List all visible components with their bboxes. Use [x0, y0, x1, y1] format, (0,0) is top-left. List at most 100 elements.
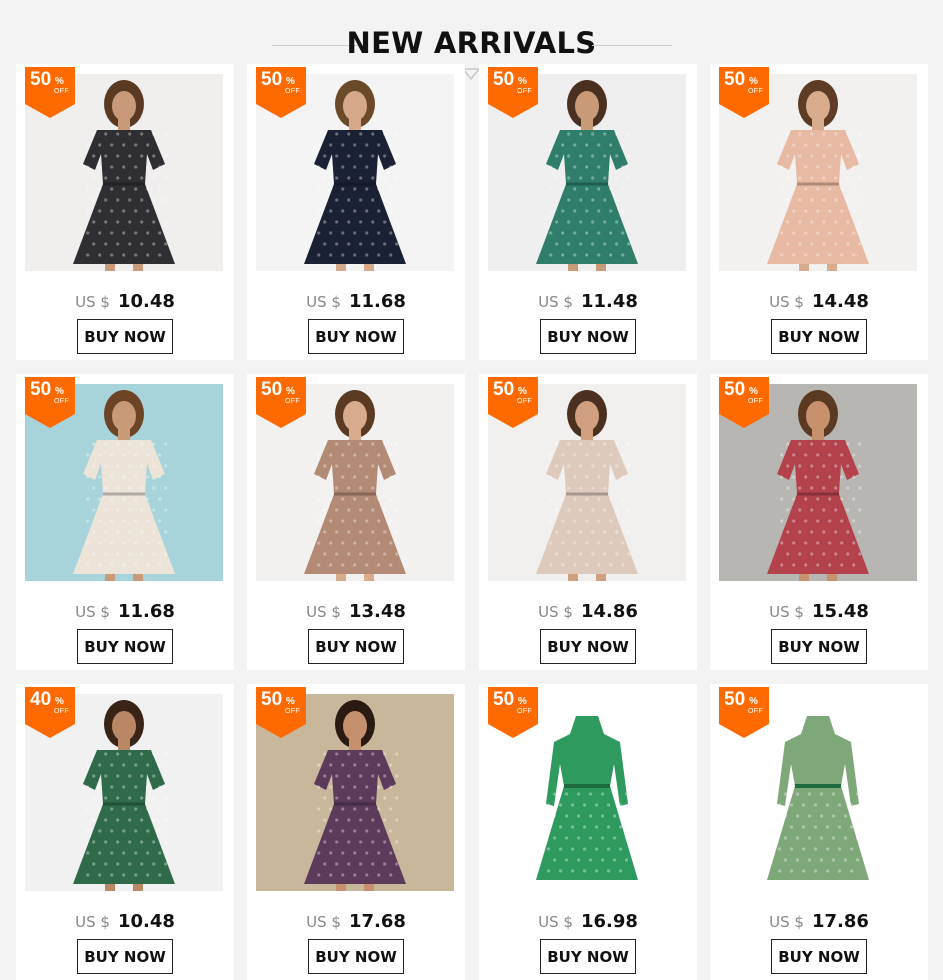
price-row: US $ 10.48: [16, 290, 234, 315]
percent-sign: %: [55, 696, 64, 707]
off-label: OFF: [517, 708, 532, 715]
percent-sign: %: [749, 696, 758, 707]
buy-now-button[interactable]: BUY NOW: [77, 629, 173, 664]
discount-badge: 50% OFF: [488, 67, 538, 118]
discount-value: 50: [493, 689, 515, 710]
buy-now-button[interactable]: BUY NOW: [77, 939, 173, 974]
product-card[interactable]: 50% OFF US $ 17.68 BUY NOW: [247, 684, 465, 980]
discount-value: 50: [724, 69, 746, 90]
discount-value: 50: [261, 689, 283, 710]
price-value: 11.68: [348, 291, 406, 312]
percent-sign: %: [518, 696, 527, 707]
percent-sign: %: [55, 76, 64, 87]
off-label: OFF: [748, 398, 763, 405]
product-card[interactable]: 40% OFF US $ 10.48 BUY NOW: [16, 684, 234, 980]
price-row: US $ 14.48: [710, 290, 928, 315]
price-row: US $ 11.68: [16, 600, 234, 625]
buy-now-button[interactable]: BUY NOW: [308, 319, 404, 354]
product-card[interactable]: 50% OFF US $ 13.48 BUY NOW: [247, 374, 465, 670]
discount-value: 50: [724, 689, 746, 710]
price-value: 14.86: [580, 601, 638, 622]
off-label: OFF: [54, 88, 69, 95]
price-row: US $ 13.48: [247, 600, 465, 625]
currency-label: US $: [538, 603, 573, 621]
price-value: 14.48: [811, 291, 869, 312]
discount-badge: 40% OFF: [25, 687, 75, 738]
product-card[interactable]: 50% OFF US $ 10.48 BUY NOW: [16, 64, 234, 360]
percent-sign: %: [518, 386, 527, 397]
percent-sign: %: [749, 76, 758, 87]
price-value: 16.98: [580, 911, 638, 932]
currency-label: US $: [75, 913, 110, 931]
price-value: 17.86: [811, 911, 869, 932]
off-label: OFF: [748, 88, 763, 95]
discount-value: 50: [30, 69, 52, 90]
price-row: US $ 17.68: [247, 910, 465, 935]
price-value: 10.48: [117, 291, 175, 312]
buy-now-button[interactable]: BUY NOW: [77, 319, 173, 354]
off-label: OFF: [517, 398, 532, 405]
discount-value: 50: [261, 379, 283, 400]
product-card[interactable]: 50% OFF US $ 15.48 BUY NOW: [710, 374, 928, 670]
discount-badge: 50% OFF: [719, 377, 769, 428]
price-row: US $ 16.98: [479, 910, 697, 935]
price-row: US $ 14.86: [479, 600, 697, 625]
currency-label: US $: [306, 293, 341, 311]
off-label: OFF: [285, 88, 300, 95]
off-label: OFF: [54, 708, 69, 715]
currency-label: US $: [306, 913, 341, 931]
percent-sign: %: [286, 696, 295, 707]
buy-now-button[interactable]: BUY NOW: [540, 319, 636, 354]
discount-badge: 50% OFF: [256, 67, 306, 118]
currency-label: US $: [538, 293, 573, 311]
discount-badge: 50% OFF: [256, 377, 306, 428]
buy-now-button[interactable]: BUY NOW: [771, 319, 867, 354]
discount-value: 50: [261, 69, 283, 90]
product-card[interactable]: 50% OFF US $ 17.86 BUY NOW: [710, 684, 928, 980]
discount-badge: 50% OFF: [25, 67, 75, 118]
price-value: 11.68: [117, 601, 175, 622]
buy-now-button[interactable]: BUY NOW: [771, 939, 867, 974]
price-value: 15.48: [811, 601, 869, 622]
buy-now-button[interactable]: BUY NOW: [540, 629, 636, 664]
off-label: OFF: [748, 708, 763, 715]
buy-now-button[interactable]: BUY NOW: [308, 939, 404, 974]
price-value: 10.48: [117, 911, 175, 932]
product-card[interactable]: 50% OFF US $ 14.86 BUY NOW: [479, 374, 697, 670]
price-row: US $ 11.68: [247, 290, 465, 315]
off-label: OFF: [285, 398, 300, 405]
discount-value: 50: [724, 379, 746, 400]
price-row: US $ 11.48: [479, 290, 697, 315]
off-label: OFF: [54, 398, 69, 405]
currency-label: US $: [75, 603, 110, 621]
price-row: US $ 17.86: [710, 910, 928, 935]
discount-badge: 50% OFF: [25, 377, 75, 428]
product-card[interactable]: 50% OFF US $ 11.48 BUY NOW: [479, 64, 697, 360]
price-value: 11.48: [580, 291, 638, 312]
product-card[interactable]: 50% OFF US $ 16.98 BUY NOW: [479, 684, 697, 980]
product-card[interactable]: 50% OFF US $ 14.48 BUY NOW: [710, 64, 928, 360]
product-card[interactable]: 50% OFF US $ 11.68 BUY NOW: [16, 374, 234, 670]
buy-now-button[interactable]: BUY NOW: [308, 629, 404, 664]
currency-label: US $: [306, 603, 341, 621]
currency-label: US $: [769, 603, 804, 621]
percent-sign: %: [286, 76, 295, 87]
discount-value: 50: [493, 379, 515, 400]
price-row: US $ 15.48: [710, 600, 928, 625]
discount-value: 50: [493, 69, 515, 90]
percent-sign: %: [749, 386, 758, 397]
discount-badge: 50% OFF: [719, 687, 769, 738]
off-label: OFF: [285, 708, 300, 715]
discount-badge: 50% OFF: [719, 67, 769, 118]
price-value: 13.48: [348, 601, 406, 622]
buy-now-button[interactable]: BUY NOW: [771, 629, 867, 664]
discount-value: 50: [30, 379, 52, 400]
percent-sign: %: [518, 76, 527, 87]
currency-label: US $: [769, 913, 804, 931]
discount-badge: 50% OFF: [256, 687, 306, 738]
product-card[interactable]: 50% OFF US $ 11.68 BUY NOW: [247, 64, 465, 360]
discount-badge: 50% OFF: [488, 377, 538, 428]
discount-value: 40: [30, 689, 52, 710]
buy-now-button[interactable]: BUY NOW: [540, 939, 636, 974]
currency-label: US $: [75, 293, 110, 311]
